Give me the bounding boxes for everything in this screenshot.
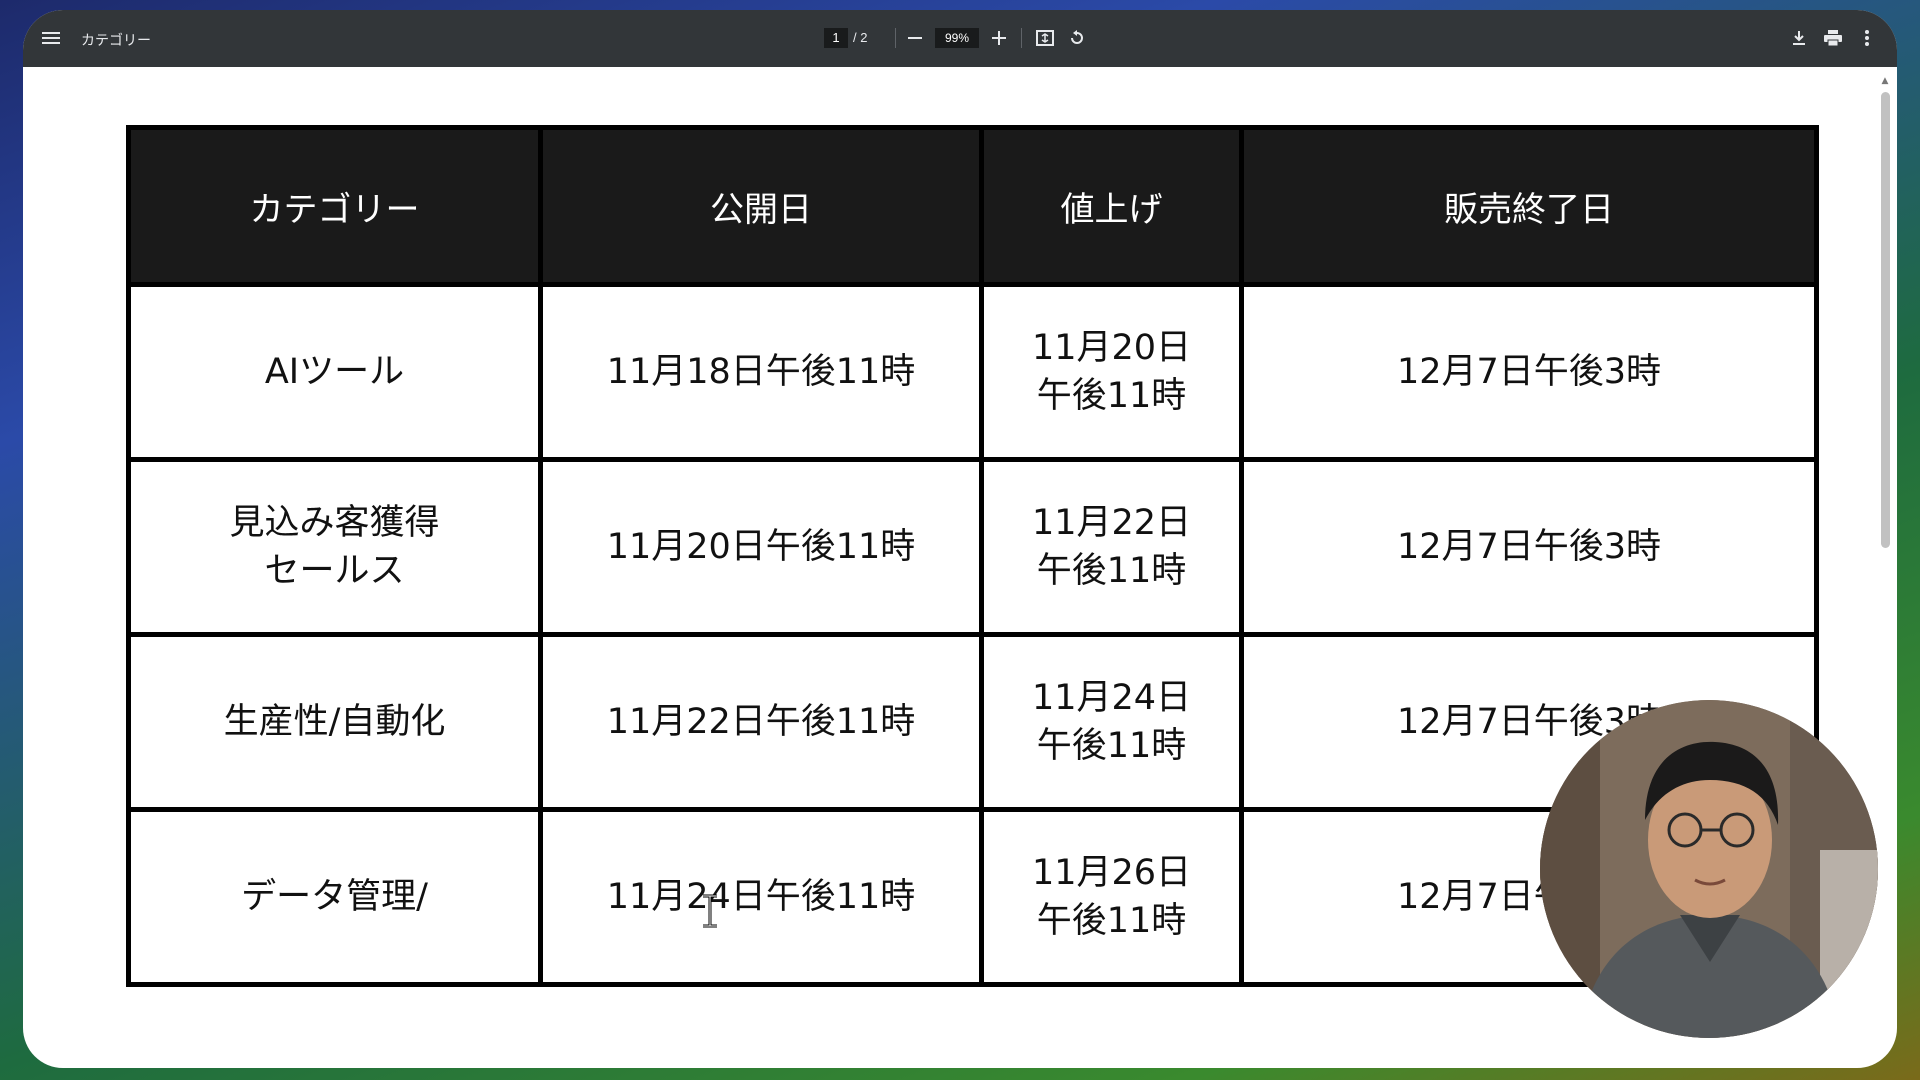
column-header-category: カテゴリー: [126, 125, 543, 287]
toolbar-divider: [895, 28, 896, 48]
fit-page-icon[interactable]: [1033, 26, 1057, 50]
price-increase-cell: 11月26日 午後11時: [979, 807, 1244, 987]
scrollbar-thumb[interactable]: [1881, 92, 1890, 548]
zoom-out-icon[interactable]: [903, 26, 927, 50]
release-date-cell: 11月24日午後11時: [538, 807, 984, 987]
sale-end-cell: 12月7日午後3時: [1239, 282, 1819, 462]
sale-end-cell: 12月7日午後3時: [1239, 457, 1819, 637]
text-cursor-icon: [703, 894, 717, 928]
table-row: 見込み客獲得 セールス 11月20日午後11時 11月22日 午後11時 12月7日…: [126, 457, 1819, 637]
vertical-scrollbar[interactable]: ▲: [1879, 76, 1891, 1056]
price-increase-time: 午後11時: [1036, 726, 1187, 766]
more-options-icon[interactable]: [1855, 26, 1879, 50]
document-title: カテゴリー: [81, 32, 151, 48]
price-increase-cell: 11月20日 午後11時: [979, 282, 1244, 462]
price-increase-time: 午後11時: [1036, 376, 1187, 416]
presenter-avatar: [1540, 700, 1878, 1038]
category-cell: AIツール: [126, 282, 543, 462]
rotate-icon[interactable]: [1065, 26, 1089, 50]
toolbar-divider: [1021, 28, 1022, 48]
category-text: 生産性/自動化: [223, 702, 446, 742]
category-cell: 生産性/自動化: [126, 632, 543, 812]
presenter-webcam-overlay: [1540, 700, 1878, 1038]
category-text: 見込み客獲得: [229, 503, 440, 543]
price-increase-date: 11月26日: [1031, 853, 1192, 893]
price-increase-date: 11月20日: [1031, 328, 1192, 368]
print-icon[interactable]: [1821, 26, 1845, 50]
page-total: / 2: [853, 30, 868, 45]
column-header-price-increase: 値上げ: [979, 125, 1244, 287]
price-increase-cell: 11月22日 午後11時: [979, 457, 1244, 637]
category-cell: データ管理/: [126, 807, 543, 987]
price-increase-date: 11月22日: [1031, 503, 1192, 543]
scroll-up-arrow-icon[interactable]: ▲: [1879, 76, 1891, 88]
table-row: AIツール 11月18日午後11時 11月20日 午後11時 12月7日午後3時: [126, 282, 1819, 462]
price-increase-time: 午後11時: [1036, 551, 1187, 591]
category-text: セールス: [264, 551, 405, 591]
category-text: データ管理/: [241, 877, 428, 917]
download-icon[interactable]: [1787, 26, 1811, 50]
price-increase-cell: 11月24日 午後11時: [979, 632, 1244, 812]
category-text: AIツール: [264, 352, 405, 392]
pdf-toolbar: カテゴリー 1 / 2 99%: [23, 10, 1897, 67]
table-header-row: カテゴリー 公開日 値上げ 販売終了日: [126, 125, 1819, 287]
zoom-in-icon[interactable]: [987, 26, 1011, 50]
menu-icon[interactable]: [39, 26, 63, 50]
release-date-cell: 11月18日午後11時: [538, 282, 984, 462]
zoom-level-input[interactable]: 99%: [935, 28, 979, 48]
category-cell: 見込み客獲得 セールス: [126, 457, 543, 637]
release-date-cell: 11月22日午後11時: [538, 632, 984, 812]
release-date-cell: 11月20日午後11時: [538, 457, 984, 637]
page-number-input[interactable]: 1: [824, 28, 848, 48]
price-increase-time: 午後11時: [1036, 901, 1187, 941]
price-increase-date: 11月24日: [1031, 678, 1192, 718]
column-header-sale-end-date: 販売終了日: [1239, 125, 1819, 287]
column-header-release-date: 公開日: [538, 125, 984, 287]
